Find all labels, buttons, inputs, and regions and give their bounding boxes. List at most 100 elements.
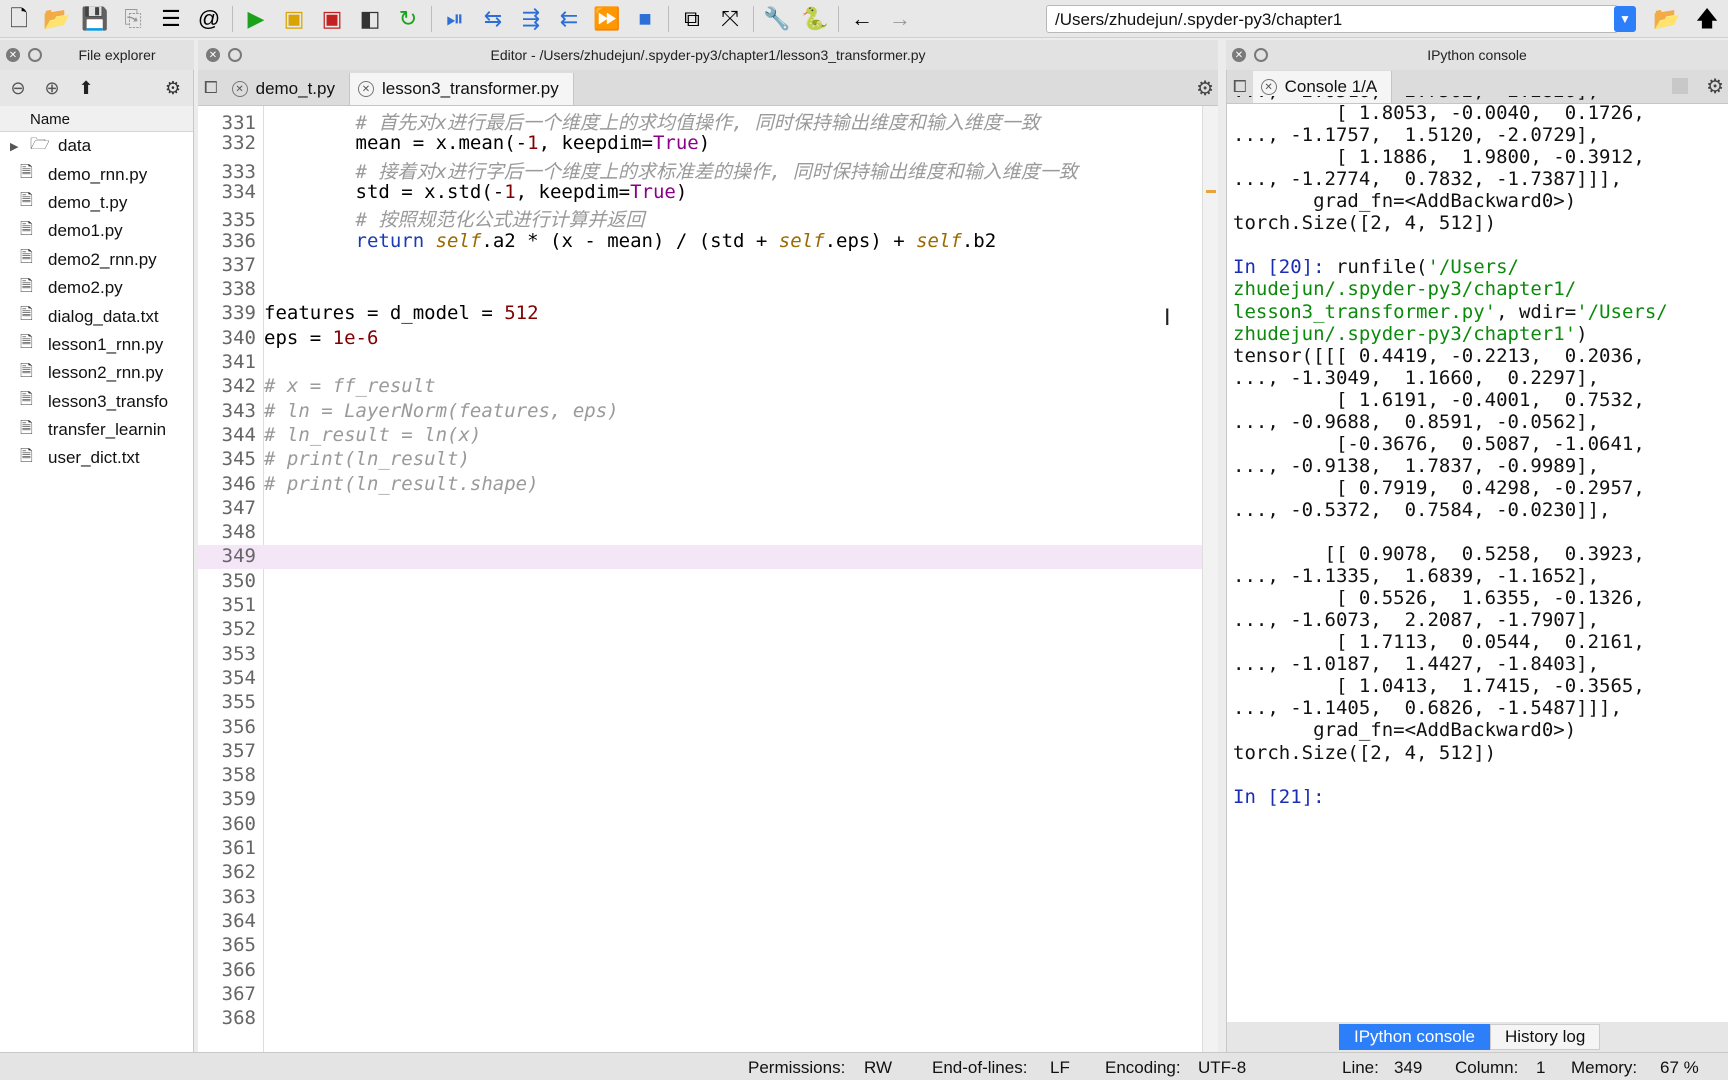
editor-scrollbar[interactable] bbox=[1202, 106, 1218, 1052]
step-return-icon[interactable]: ⇇ bbox=[554, 4, 584, 34]
code-line[interactable]: 362 bbox=[198, 861, 1202, 885]
file-list-item[interactable]: 🗎 dialog_data.txt bbox=[0, 302, 193, 330]
code-line[interactable]: 360 bbox=[198, 813, 1202, 837]
fullscreen-icon[interactable]: ⤧ bbox=[715, 4, 745, 34]
preferences-icon[interactable]: 🔧 bbox=[762, 4, 792, 34]
code-line[interactable]: 364 bbox=[198, 910, 1202, 934]
file-list-item[interactable]: 🗎 demo2.py bbox=[0, 274, 193, 302]
browse-tabs-icon[interactable]: ⧠ bbox=[1233, 77, 1247, 97]
outline-icon[interactable]: ☰ bbox=[156, 4, 186, 34]
code-line[interactable]: 363 bbox=[198, 886, 1202, 910]
file-list-item[interactable]: 🗎 demo2_rnn.py bbox=[0, 246, 193, 274]
code-line[interactable]: 361 bbox=[198, 837, 1202, 861]
code-line[interactable]: 331 # 首先对x进行最后一个维度上的求均值操作, 同时保持输出维度和输入维度… bbox=[198, 108, 1202, 134]
tab-ipython-console[interactable]: IPython console bbox=[1339, 1024, 1490, 1050]
code-line[interactable]: 335 # 按照规范化公式进行计算并返回 bbox=[198, 205, 1202, 231]
code-line[interactable]: 351 bbox=[198, 594, 1202, 618]
undock-icon[interactable] bbox=[228, 48, 242, 62]
file-list-item[interactable]: 🗎 user_dict.txt bbox=[0, 444, 193, 472]
close-tab-icon[interactable]: ✕ bbox=[358, 81, 374, 97]
code-line[interactable]: 356 bbox=[198, 716, 1202, 740]
code-line[interactable]: 348 bbox=[198, 521, 1202, 545]
close-tab-icon[interactable]: ✕ bbox=[1260, 79, 1277, 95]
close-tab-icon[interactable]: ✕ bbox=[231, 81, 248, 97]
expand-arrow-icon[interactable]: ▶ bbox=[10, 140, 26, 153]
code-line[interactable]: 357 bbox=[198, 740, 1202, 764]
file-list-item[interactable]: 🗎 lesson2_rnn.py bbox=[0, 359, 193, 387]
code-line[interactable]: 355 bbox=[198, 691, 1202, 715]
forward-icon[interactable]: ⊕ bbox=[38, 74, 66, 102]
browse-folder-icon[interactable]: 📂 bbox=[1652, 4, 1682, 34]
code-line[interactable]: 350 bbox=[198, 570, 1202, 594]
run-cell-advance-icon[interactable]: ▣ bbox=[317, 4, 347, 34]
at-icon[interactable]: @ bbox=[194, 4, 224, 34]
code-line[interactable]: 352 bbox=[198, 618, 1202, 642]
file-list-item[interactable]: 🗎 lesson1_rnn.py bbox=[0, 331, 193, 359]
code-line[interactable]: 345 # print(ln_result) bbox=[198, 448, 1202, 472]
code-line[interactable]: 336 return self.a2 * (x - mean) / (std +… bbox=[198, 230, 1202, 254]
open-file-icon[interactable]: 📂 bbox=[42, 4, 72, 34]
code-line[interactable]: 349 bbox=[198, 545, 1202, 570]
code-line[interactable]: 353 bbox=[198, 643, 1202, 667]
file-list-item[interactable]: 🗎 transfer_learnin bbox=[0, 416, 193, 444]
parent-directory-icon[interactable]: 🡅 bbox=[1692, 4, 1722, 34]
code-line[interactable]: 339 features = d_model = 512 bbox=[198, 302, 1202, 326]
code-line[interactable]: 344 # ln_result = ln(x) bbox=[198, 424, 1202, 448]
undock-icon[interactable] bbox=[28, 48, 42, 62]
code-line[interactable]: 367 bbox=[198, 983, 1202, 1007]
step-into-icon[interactable]: ⇶ bbox=[516, 4, 546, 34]
run-icon[interactable]: ▶ bbox=[241, 4, 271, 34]
code-line[interactable]: 346 # print(ln_result.shape) bbox=[198, 473, 1202, 497]
debug-icon[interactable]: ⏯ bbox=[440, 4, 470, 34]
code-area[interactable]: 331 # 首先对x进行最后一个维度上的求均值操作, 同时保持输出维度和输入维度… bbox=[198, 106, 1202, 1052]
tab-history-log[interactable]: History log bbox=[1489, 1024, 1601, 1050]
file-list-item[interactable]: ▶ 🗁 data bbox=[0, 132, 193, 160]
code-line[interactable]: 341 bbox=[198, 351, 1202, 375]
code-line[interactable]: 338 bbox=[198, 278, 1202, 302]
tab-lesson3-transformer[interactable]: ✕ lesson3_transformer.py bbox=[350, 73, 574, 105]
save-icon[interactable]: 💾 bbox=[80, 4, 110, 34]
code-line[interactable]: 342 # x = ff_result bbox=[198, 375, 1202, 399]
python-path-icon[interactable]: 🐍 bbox=[800, 4, 830, 34]
code-line[interactable]: 354 bbox=[198, 667, 1202, 691]
code-line[interactable]: 334 std = x.std(-1, keepdim=True) bbox=[198, 181, 1202, 205]
chevron-down-icon[interactable]: ▼ bbox=[1614, 6, 1636, 32]
up-icon[interactable]: ⬆ bbox=[72, 74, 100, 102]
working-directory-input[interactable]: /Users/zhudejun/.spyder-py3/chapter1 bbox=[1046, 5, 1618, 33]
stop-icon[interactable] bbox=[1672, 78, 1688, 94]
code-line[interactable]: 332 mean = x.mean(-1, keepdim=True) bbox=[198, 132, 1202, 156]
close-icon[interactable]: ✕ bbox=[6, 48, 20, 62]
code-line[interactable]: 358 bbox=[198, 764, 1202, 788]
code-line[interactable]: 368 bbox=[198, 1007, 1202, 1031]
re-run-icon[interactable]: ↻ bbox=[393, 4, 423, 34]
browse-tabs-icon[interactable]: ⧠ bbox=[204, 78, 218, 98]
close-icon[interactable]: ✕ bbox=[206, 48, 220, 62]
save-all-icon[interactable]: ⎘ bbox=[118, 4, 148, 34]
new-file-icon[interactable]: 🗋 bbox=[4, 4, 34, 34]
undock-icon[interactable] bbox=[1254, 48, 1268, 62]
forward-icon[interactable]: → bbox=[885, 4, 915, 34]
code-line[interactable]: 337 bbox=[198, 254, 1202, 278]
file-list-item[interactable]: 🗎 demo_rnn.py bbox=[0, 160, 193, 188]
code-line[interactable]: 333 # 接着对x进行字后一个维度上的求标准差的操作, 同时保持输出维度和输入… bbox=[198, 157, 1202, 183]
stop-icon[interactable]: ■ bbox=[630, 4, 660, 34]
back-icon[interactable]: ⊖ bbox=[4, 74, 32, 102]
code-line[interactable]: 347 bbox=[198, 497, 1202, 521]
tab-demo-t[interactable]: ✕ demo_t.py bbox=[224, 73, 350, 105]
gear-icon[interactable]: ⚙ bbox=[1196, 76, 1214, 101]
file-list-item[interactable]: 🗎 lesson3_transfo bbox=[0, 388, 193, 416]
back-icon[interactable]: ← bbox=[847, 4, 877, 34]
maximize-pane-icon[interactable]: ⧉ bbox=[677, 4, 707, 34]
step-icon[interactable]: ⇆ bbox=[478, 4, 508, 34]
console-output[interactable]: ..., -2.0516, 2.7562, -2.2826], [ 1.8053… bbox=[1233, 96, 1723, 996]
file-list-item[interactable]: 🗎 demo_t.py bbox=[0, 189, 193, 217]
column-header-name[interactable]: Name bbox=[0, 106, 193, 132]
run-cell-icon[interactable]: ▣ bbox=[279, 4, 309, 34]
code-line[interactable]: 365 bbox=[198, 934, 1202, 958]
code-line[interactable]: 366 bbox=[198, 959, 1202, 983]
continue-icon[interactable]: ⏩ bbox=[592, 4, 622, 34]
code-line[interactable]: 343 # ln = LayerNorm(features, eps) bbox=[198, 400, 1202, 424]
code-line[interactable]: 340 eps = 1e-6 bbox=[198, 327, 1202, 351]
close-icon[interactable]: ✕ bbox=[1232, 48, 1246, 62]
code-line[interactable]: 359 bbox=[198, 788, 1202, 812]
